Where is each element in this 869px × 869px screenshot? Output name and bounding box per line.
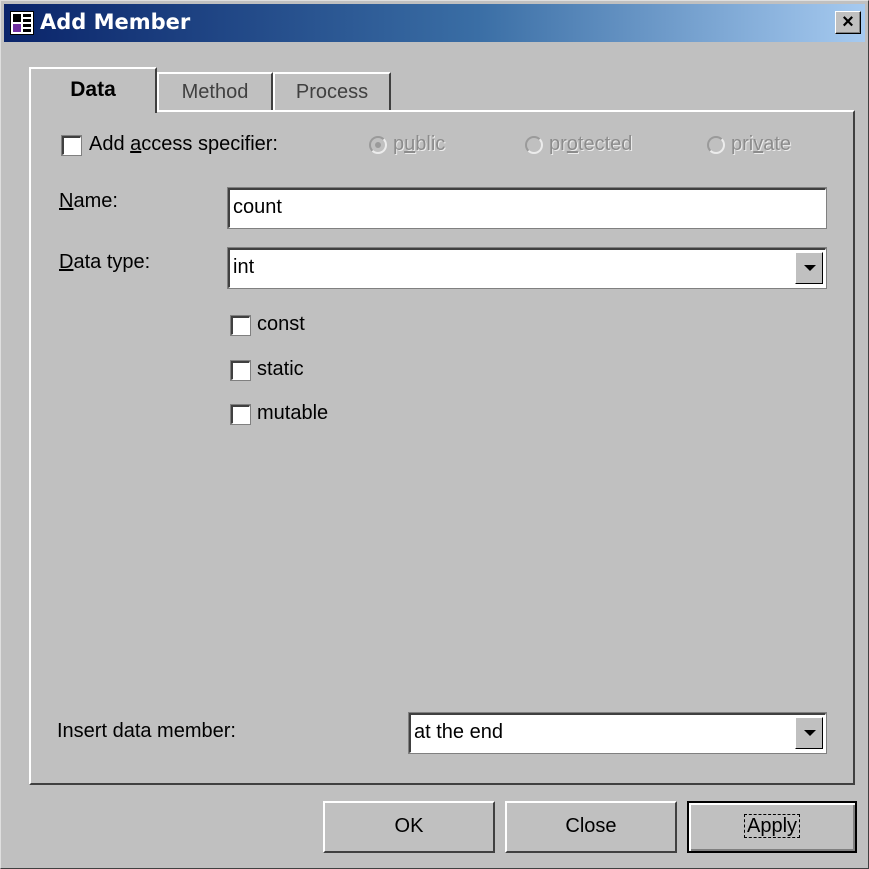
static-label: static [257,358,304,380]
app-icon [10,11,34,35]
close-window-button[interactable]: × [835,11,861,34]
insert-data-member-label: Insert data member: [57,720,236,742]
close-icon: × [842,11,854,33]
apply-button[interactable]: Apply [687,801,857,853]
const-checkbox[interactable] [230,315,251,336]
private-radio-label: private [731,133,792,155]
add-access-specifier-checkbox[interactable] [61,135,82,156]
data-type-label: Data type: [59,251,151,273]
data-type-select[interactable]: int [227,247,827,289]
close-button[interactable]: Close [505,801,677,853]
public-radio-label: public [393,133,446,155]
apply-button-label: Apply [743,814,801,838]
tab-data[interactable]: Data [29,67,157,113]
tab-process-label: Process [295,81,369,103]
insert-position-value: at the end [414,721,503,743]
name-input[interactable]: count [227,187,827,229]
tab-method[interactable]: Method [157,72,273,111]
ok-button-label: OK [394,815,424,837]
insert-position-select[interactable]: at the end [408,712,827,754]
tab-data-label: Data [70,78,116,101]
active-tab-join [31,108,155,114]
tab-method-label: Method [181,81,249,103]
data-type-value: int [233,256,255,278]
close-button-label: Close [565,815,617,837]
mutable-checkbox[interactable] [230,404,251,425]
public-radio[interactable] [369,136,387,154]
window-title: Add Member [40,10,191,34]
private-radio[interactable] [707,136,725,154]
protected-radio[interactable] [525,136,543,154]
name-label: Name: [59,190,118,212]
ok-button[interactable]: OK [323,801,495,853]
add-member-dialog: Add Member × Data Method Process Add acc… [0,0,869,869]
tab-process[interactable]: Process [273,72,391,111]
add-access-specifier-label: Add access specifier: [89,133,278,155]
chevron-down-icon[interactable] [795,252,823,284]
chevron-down-icon[interactable] [795,717,823,749]
mutable-label: mutable [257,402,329,424]
const-label: const [257,313,305,335]
protected-radio-label: protected [549,133,633,155]
title-bar[interactable]: Add Member × [4,4,865,42]
static-checkbox[interactable] [230,360,251,381]
